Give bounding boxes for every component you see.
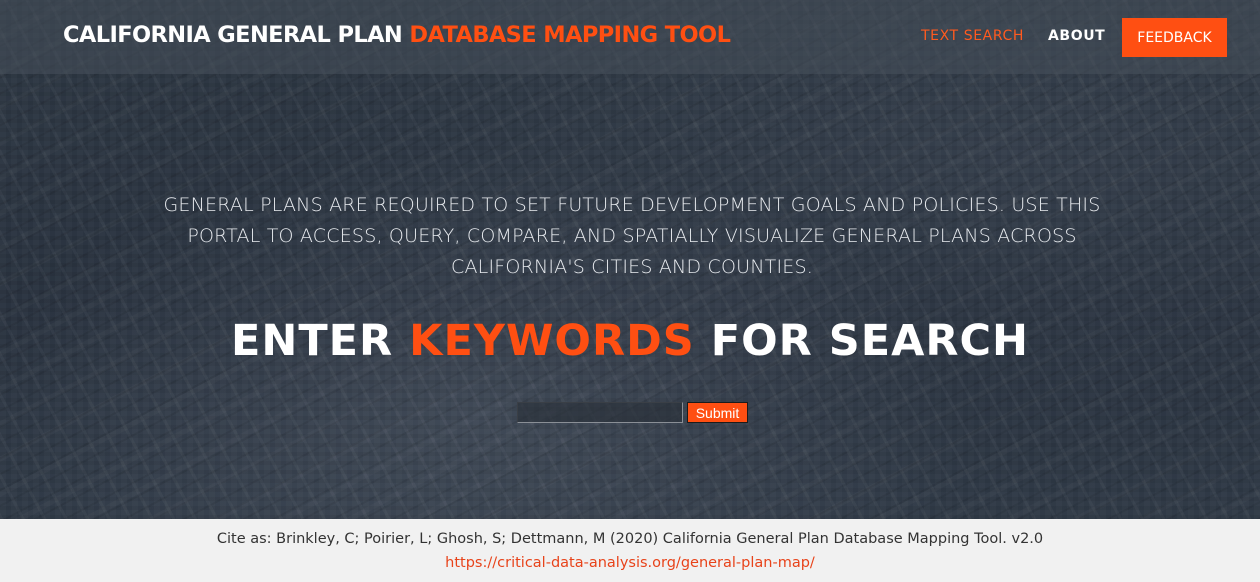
headline-for-search: FOR SEARCH [710,316,1030,366]
nav-text-search-link[interactable]: TEXT SEARCH [921,28,1024,44]
search-form: Submit [517,402,748,423]
citation-text: Cite as: Brinkley, C; Poirier, L; Ghosh,… [216,531,1044,547]
site-title[interactable]: CALIFORNIA GENERAL PLAN DATABASE MAPPING… [63,22,731,48]
site-title-main: CALIFORNIA GENERAL PLAN [63,22,403,48]
site-title-accent: DATABASE MAPPING TOOL [409,22,731,48]
intro-text: GENERAL PLANS ARE REQUIRED TO SET FUTURE… [163,194,1101,278]
headline-keywords: KEYWORDS [409,316,695,366]
nav-about-link[interactable]: ABOUT [1048,28,1105,44]
headline-enter: ENTER [230,316,394,366]
footer: Cite as: Brinkley, C; Poirier, L; Ghosh,… [0,519,1260,582]
citation-link[interactable]: https://critical-data-analysis.org/gener… [0,555,1260,571]
search-headline: ENTER KEYWORDS FOR SEARCH [0,316,1260,366]
keyword-search-input[interactable] [517,402,683,423]
feedback-button[interactable]: FEEDBACK [1122,18,1227,57]
hero-section: CALIFORNIA GENERAL PLAN DATABASE MAPPING… [0,0,1260,519]
top-navigation-bar: CALIFORNIA GENERAL PLAN DATABASE MAPPING… [0,0,1260,74]
submit-button[interactable]: Submit [687,402,748,423]
